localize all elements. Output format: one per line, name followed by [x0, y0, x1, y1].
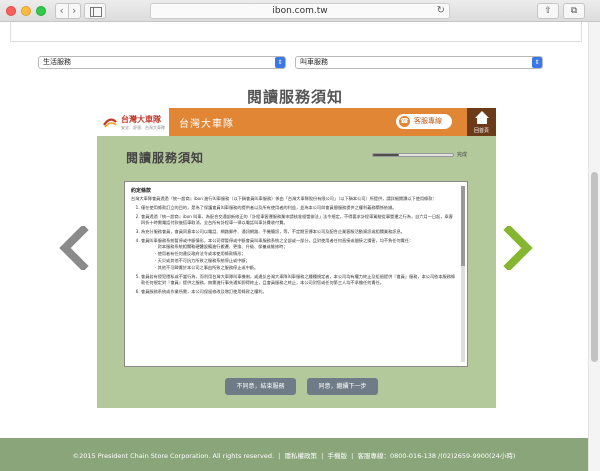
terms-subitem: ‧ 對本服務系統相關軟硬體設備進行搬遷、更換、升級、保養或維修時； [155, 244, 288, 249]
terms-item: 會員服務系統或作業所需，本公司保留修改及增訂使用條款之權利。 [141, 289, 457, 295]
back-icon[interactable]: ‹ [56, 4, 68, 18]
terms-list: 僅在使用條款訂立的目的，是為了保護會員叫車服務的提供者以及所有使用者的利益，並為… [141, 205, 457, 295]
site-footer: ©2015 President Chain Store Corporation.… [0, 438, 588, 471]
forward-icon[interactable]: › [67, 4, 81, 18]
service-item-select[interactable]: 叫車服務 ⇕ [295, 56, 543, 69]
accept-button[interactable]: 同意，繼續下一步 [307, 378, 378, 395]
terms-subitem: ‧ 其他不可歸責於本公司之事由所致之服務停止或中斷。 [155, 265, 259, 270]
terms-item: 會員若有侵犯隱私或不當行為，而利用台灣大車隊叫車機制，或違反台灣大車隊叫車服務之… [141, 274, 457, 286]
taiwan-taxi-logo: 台灣大車隊 安全．舒適．台灣大車隊 [97, 108, 169, 136]
banner-company-name: 台灣大車隊 [179, 119, 234, 130]
logo-subtitle: 安全．舒適．台灣大車隊 [121, 125, 165, 130]
terms-scrollbar[interactable] [461, 186, 465, 362]
progress-label: 完成 [457, 152, 468, 158]
hotline-label: 客服專線 [414, 117, 442, 125]
tabs-icon[interactable]: ⧉ [563, 3, 585, 19]
terms-subitem: ‧ 天災或其他不可抗力所致之服務系統停止或中斷； [155, 258, 250, 263]
progress-fill [373, 154, 400, 156]
terms-item-text: 會員叫車服務系統暫停或中斷情形，本公司得暫停或中斷會員叫車服務系統之全部或一部分… [141, 238, 414, 243]
terms-subitem: ‧ 使用者有任何違反政府法令或本使用條款情形； [155, 251, 246, 256]
home-button[interactable]: 回首頁 [467, 108, 496, 136]
page-frame [10, 22, 582, 42]
browser-toolbar: ‹ › ibon.com.tw ↻ ⇧ ⧉ [0, 0, 600, 22]
service-banner: 台灣大車隊 ☎ 客服專線 [169, 108, 467, 136]
share-icon[interactable]: ⇧ [537, 3, 559, 19]
customer-service-text: 客服專線：0800-016-138 /(02)2659-9900(24小時) [357, 452, 516, 460]
terms-panel-title: 閱讀服務須知 [126, 151, 205, 165]
url-text: ibon.com.tw [272, 6, 328, 16]
next-arrow-icon[interactable] [503, 226, 535, 270]
terms-scrollbar-thumb[interactable] [461, 186, 465, 266]
reload-icon[interactable]: ↻ [437, 4, 445, 18]
decline-button[interactable]: 不同意，結束服務 [225, 378, 296, 395]
terms-sublist: ‧ 對本服務系統相關軟硬體設備進行搬遷、更換、升級、保養或維修時； ‧ 使用者有… [155, 244, 457, 271]
footer-text: ©2015 President Chain Store Corporation.… [72, 452, 516, 460]
select-arrow-icon: ⇕ [532, 57, 542, 68]
terms-intro: 台灣大車隊會員透過『統一超商』ibon 進行叫車服務（以下稱會員叫車服務）係由「… [131, 196, 437, 201]
copyright-text: ©2015 President Chain Store Corporation.… [72, 452, 275, 460]
terms-heading: 約定條款 [131, 188, 152, 194]
terms-item: 會員叫車服務系統暫停或中斷情形，本公司得暫停或中斷會員叫車服務系統之全部或一部分… [141, 238, 457, 271]
home-icon [475, 111, 489, 118]
service-category-value: 生活服務 [43, 58, 71, 66]
scrollbar-thumb[interactable] [591, 172, 598, 362]
logo-text: 台灣大車隊 [121, 115, 161, 124]
address-bar[interactable]: ibon.com.tw ↻ [150, 3, 450, 19]
progress-bar [372, 153, 454, 157]
service-item-value: 叫車服務 [300, 58, 328, 66]
minimize-window-button[interactable] [21, 6, 31, 16]
select-arrow-icon: ⇕ [275, 57, 285, 68]
previous-arrow-icon[interactable] [57, 226, 89, 270]
terms-text-box[interactable]: 約定條款 台灣大車隊會員透過『統一超商』ibon 進行叫車服務（以下稱會員叫車服… [124, 181, 468, 367]
close-window-button[interactable] [6, 6, 16, 16]
hotline-button[interactable]: ☎ 客服專線 [396, 114, 452, 129]
mobile-link[interactable]: 手機版 [327, 452, 347, 460]
taxi-logo-icon [103, 118, 117, 128]
privacy-link[interactable]: 隱私權政策 [285, 452, 318, 460]
home-label: 回首頁 [473, 128, 489, 134]
page-title: 閱讀服務須知 [246, 88, 343, 106]
sidebar-icon[interactable] [84, 3, 106, 19]
history-nav: ‹ › [55, 3, 81, 19]
terms-item: 會員透過『統一超商』ibon 叫車，為配合交通部新修正的「計程車客運服務業申請核… [141, 214, 457, 226]
service-category-select[interactable]: 生活服務 ⇕ [38, 56, 286, 69]
terms-panel: 閱讀服務須知 完成 約定條款 台灣大車隊會員透過『統一超商』ibon 進行叫車服… [97, 136, 496, 408]
terms-item: 為充分服務會員，會員同意本公司以電話、網路郵件、通訊網路、手機簡訊，等，不定期宣… [141, 229, 457, 235]
zoom-window-button[interactable] [36, 6, 46, 16]
terms-item: 僅在使用條款訂立的目的，是為了保護會員叫車服務的提供者以及所有使用者的利益，並為… [141, 205, 457, 211]
phone-icon: ☎ [399, 116, 410, 127]
